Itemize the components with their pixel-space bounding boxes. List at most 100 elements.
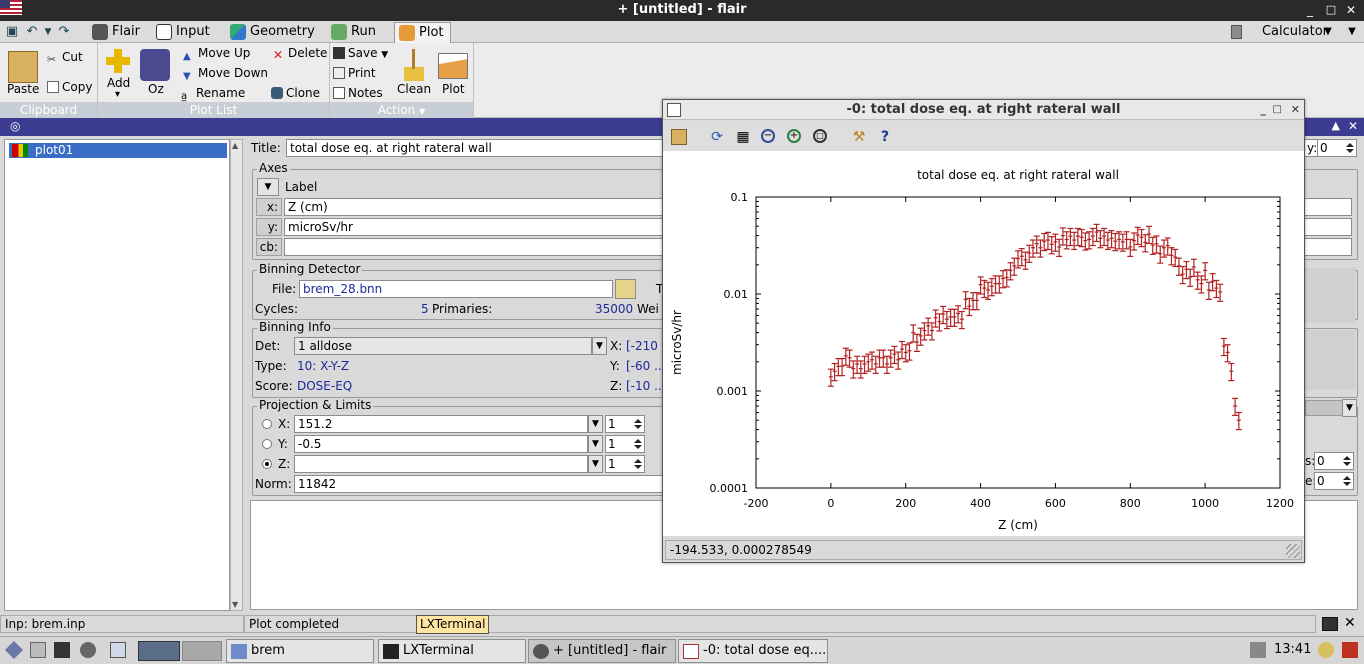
file-manager-icon[interactable] [30,642,46,658]
tab-run[interactable]: Run [327,22,382,43]
add-icon[interactable] [106,49,130,73]
clean-button[interactable]: Clean [397,82,431,96]
workspace-2[interactable] [182,641,222,661]
tab-geometry[interactable]: Geometry [226,22,321,43]
move-up-button[interactable]: ▲ Move Up [183,46,250,63]
tab-input[interactable]: Input [152,22,216,43]
move-down-button[interactable]: ▼ Move Down [183,66,268,83]
undo-icon[interactable]: ↶ [24,24,40,40]
proj-z-dropdown-button[interactable]: ▼ [588,455,603,473]
chevron-down-icon[interactable]: ▼ [419,107,425,116]
calculator-button[interactable]: Calculator [1262,24,1328,39]
cut-button[interactable]: ✂ Cut [47,50,83,66]
maximize-button[interactable]: □ [1323,2,1339,18]
tab-plot[interactable]: Plot [394,22,451,43]
broom-icon[interactable] [400,49,426,81]
close-button[interactable]: ✕ [1291,100,1300,120]
oz-wizard-icon[interactable] [140,49,170,81]
taskbar-item-brem[interactable]: brem [226,639,374,663]
folder-open-icon[interactable] [615,279,636,299]
flair-cauldron-icon[interactable] [80,642,96,658]
zoom-out-icon[interactable]: − [761,129,775,143]
redo-icon[interactable]: ↷ [56,24,72,40]
refresh-icon[interactable]: ⟳ [709,129,725,145]
proj-y-rebin-spinner[interactable]: 1 [605,435,645,453]
ribbon-dropdown-icon[interactable]: ▼ [1344,24,1360,40]
plot-list-scrollbar[interactable]: ▲ ▼ [230,139,243,611]
taskbar-item-plot[interactable]: -0: total dose eq.... [678,639,828,663]
zoom-in-icon[interactable]: + [787,129,801,143]
close-button[interactable]: ✕ [1343,2,1359,18]
scroll-down-icon[interactable]: ▼ [232,600,238,609]
axes-menu-button[interactable]: ▼ [257,178,279,196]
copy-button[interactable]: Copy [47,80,92,94]
right-select[interactable] [1305,400,1343,416]
proj-z-rebin-spinner[interactable]: 1 [605,455,645,473]
undo-dropdown-icon[interactable]: ▼ [40,24,56,40]
plot-button[interactable]: Plot [442,82,465,96]
proj-x-input[interactable]: 151.2 [294,415,588,433]
right-y-spinner[interactable]: 0 [1317,139,1357,157]
minimize-button[interactable]: _ [1261,100,1267,120]
right-dropdown-button[interactable]: ▼ [1342,399,1357,417]
save-button[interactable]: Save ▼ [333,46,388,60]
scroll-up-icon[interactable]: ▲ [232,141,238,150]
y-axis-button[interactable]: y: [256,218,282,236]
tab-flair[interactable]: Flair [88,22,146,43]
taskbar-item-lxterminal[interactable]: LXTerminal [378,639,526,663]
taskbar-item-flair[interactable]: + [untitled] - flair [528,639,676,663]
detector-select[interactable]: 1 alldose [294,337,592,355]
pin-icon[interactable]: ◎ [10,119,20,133]
save-icon[interactable]: ▣ [4,24,20,40]
plot-icon[interactable] [438,53,468,79]
maximize-button[interactable]: □ [1273,100,1282,120]
delete-button[interactable]: ✕ Delete [273,46,327,62]
paste-button[interactable]: Paste [7,82,39,96]
notes-button[interactable]: Notes [333,86,383,100]
grid-icon[interactable]: ▦ [735,129,751,145]
proj-z-input[interactable] [294,455,588,473]
network-icon[interactable] [1250,642,1266,658]
calculator-icon[interactable] [1231,25,1242,39]
minimize-button[interactable]: _ [1302,2,1318,18]
file-input[interactable]: brem_28.bnn [299,280,613,298]
projection-z-radio[interactable] [262,459,272,469]
rename-button[interactable]: a̲ Rename [181,86,245,103]
proj-x-dropdown-button[interactable]: ▼ [588,415,603,433]
add-button[interactable]: Add [107,76,130,90]
resize-grip[interactable] [1286,544,1300,558]
help-icon[interactable]: ? [877,129,893,145]
logout-icon[interactable] [1342,642,1358,658]
right-s-spinner[interactable]: 0 [1314,452,1354,470]
cb-axis-button[interactable]: cb: [256,238,282,256]
list-item[interactable]: plot01 [9,143,227,158]
clone-button[interactable]: Clone [271,86,320,100]
terminal-icon[interactable] [54,642,70,658]
calculator-dropdown-icon[interactable]: ▼ [1320,24,1336,40]
print-button[interactable]: Print [333,66,376,80]
menu-icon[interactable] [4,640,24,660]
oz-button[interactable]: Oz [148,82,164,96]
x-axis-button[interactable]: x: [256,198,282,216]
detector-dropdown-button[interactable]: ▼ [592,337,607,355]
zoom-fit-icon[interactable]: □ [813,129,827,143]
projection-y-radio[interactable] [262,439,272,449]
close-icon[interactable]: ✕ [1348,119,1358,133]
norm-input[interactable]: 11842 [294,475,664,493]
tools-icon[interactable]: ✕ [1344,615,1356,631]
proj-y-dropdown-button[interactable]: ▼ [588,435,603,453]
plot-canvas[interactable]: total dose eq. at right rateral wall Z (c… [663,151,1304,536]
paste-icon[interactable] [8,51,38,83]
show-desktop-icon[interactable] [110,642,126,658]
add-dropdown-icon[interactable]: ▾ [115,89,120,100]
open-icon[interactable] [671,129,687,145]
projection-x-radio[interactable] [262,419,272,429]
notification-icon[interactable] [1318,642,1334,658]
proj-x-rebin-spinner[interactable]: 1 [605,415,645,433]
proj-y-input[interactable]: -0.5 [294,435,588,453]
right-e-spinner[interactable]: 0 [1314,472,1354,490]
wrench-icon[interactable]: ⚒ [851,129,867,145]
workspace-1[interactable] [138,641,180,661]
collapse-icon[interactable]: ▲ [1332,119,1340,132]
terminal-icon[interactable] [1322,617,1338,631]
